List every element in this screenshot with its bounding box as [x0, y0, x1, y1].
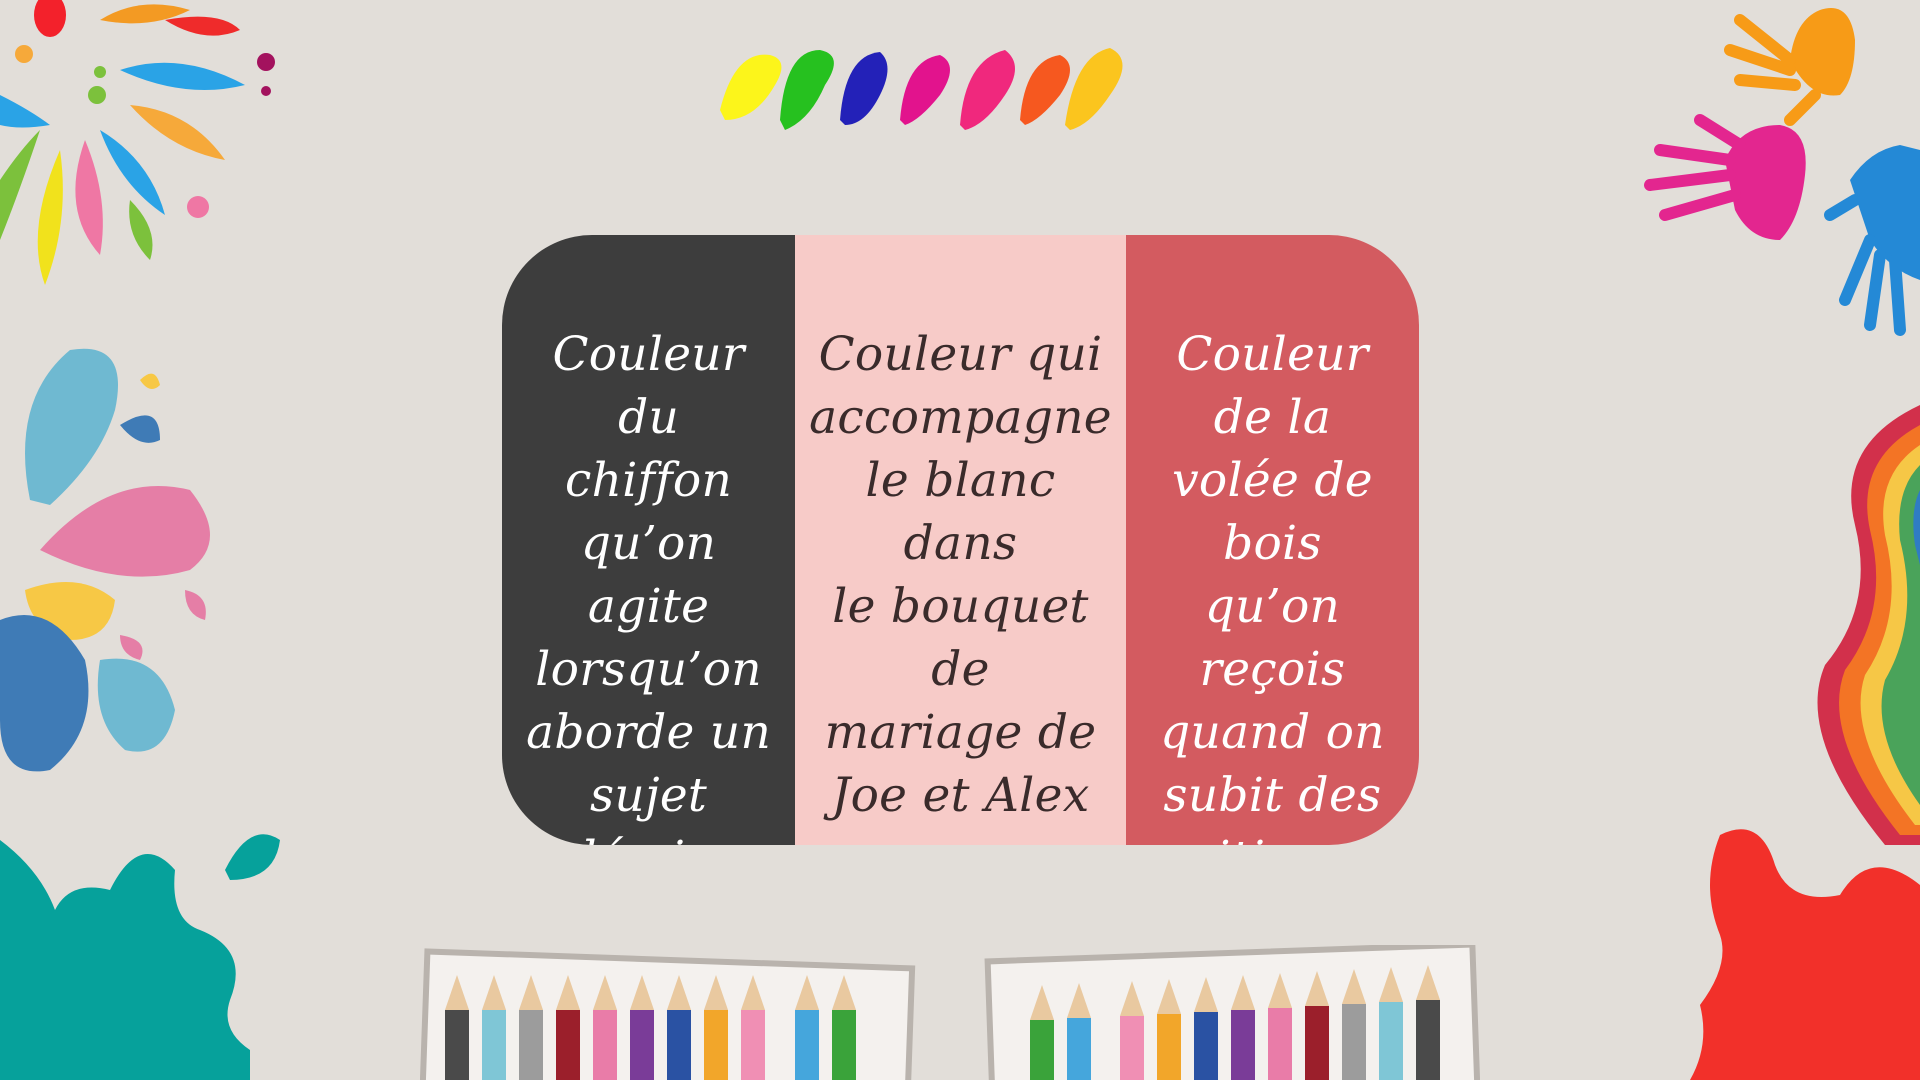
riddle-card: Couleur du chiffon qu’on agite lorsqu’on…	[502, 235, 1419, 845]
rainbow-wave-icon	[1817, 405, 1920, 845]
riddle-text-pink: Couleur qui accompagne le blanc dans le …	[809, 327, 1112, 823]
teal-splat-icon	[0, 834, 280, 1080]
colored-pencils-icon	[420, 945, 1480, 1080]
riddle-column-pink: Couleur qui accompagne le blanc dans le …	[795, 235, 1126, 845]
riddle-column-red: Couleur de la volée de bois qu’on reçois…	[1125, 235, 1419, 845]
paint-drops-icon	[0, 348, 210, 772]
paint-splash-icon	[0, 0, 275, 285]
riddle-column-black: Couleur du chiffon qu’on agite lorsqu’on…	[502, 235, 796, 845]
riddle-text-red: Couleur de la volée de bois qu’on reçois…	[1160, 327, 1385, 845]
red-splat-icon	[1690, 829, 1920, 1080]
paint-strokes-icon	[720, 48, 1123, 130]
riddle-text-black: Couleur du chiffon qu’on agite lorsqu’on…	[523, 327, 774, 845]
handprints-icon	[1644, 8, 1920, 336]
